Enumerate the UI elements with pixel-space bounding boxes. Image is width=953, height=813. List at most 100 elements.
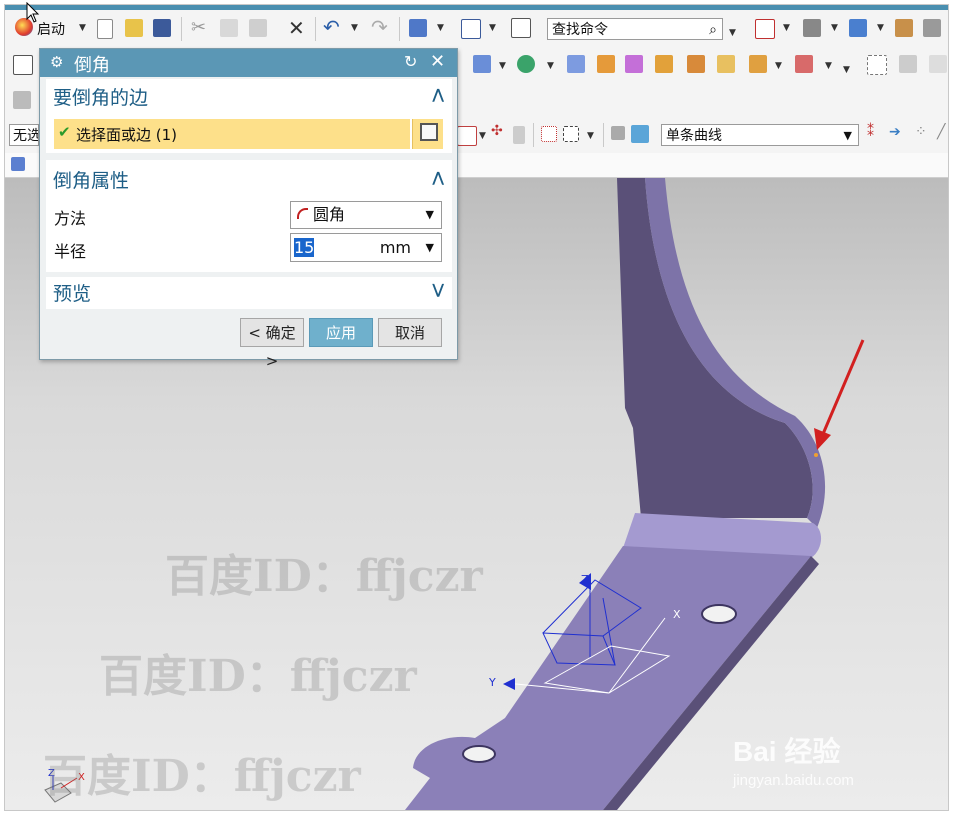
radius-unit[interactable]: mm — [380, 234, 411, 261]
point-snap-icon[interactable]: ⁘ — [915, 124, 927, 140]
mouse-cursor-icon — [26, 2, 40, 23]
view-orient-icon[interactable] — [803, 19, 821, 37]
apply-button[interactable]: 应用 — [309, 318, 373, 347]
undo-dropdown-icon[interactable]: ▼ — [351, 23, 358, 33]
cancel-button[interactable]: 取消 — [378, 318, 442, 347]
ok-button[interactable]: < 确定 > — [240, 318, 304, 370]
type-filter-select[interactable]: 无选 — [9, 124, 39, 146]
new-file-icon[interactable] — [97, 19, 113, 39]
dialog-title-bar[interactable]: ⚙ 倒角 ↻ ✕ — [40, 49, 457, 77]
mounting-hole[interactable] — [462, 745, 496, 763]
sheet-dropdown-icon[interactable]: ▼ — [825, 61, 832, 71]
mounting-hole[interactable] — [701, 604, 737, 624]
intersection-icon[interactable]: ⁑ — [867, 124, 874, 140]
subtract-icon[interactable] — [687, 55, 705, 73]
shaded-view-icon[interactable] — [849, 19, 867, 37]
stack-icon[interactable] — [929, 55, 947, 73]
section-properties-header[interactable]: 倒角属性 — [53, 166, 129, 193]
datum-point-icon[interactable] — [517, 55, 535, 73]
part-nav-icon[interactable] — [11, 157, 25, 171]
selection-dropdown-icon[interactable]: ▼ — [489, 23, 496, 33]
selection-box-icon[interactable] — [461, 19, 481, 39]
collapse-icon[interactable]: ⋀ — [432, 170, 444, 186]
box-select-icon[interactable] — [563, 126, 579, 142]
command-search-text: 查找命令 — [552, 22, 608, 38]
start-dropdown-icon[interactable]: ▼ — [79, 23, 86, 33]
feature-dropdown-icon[interactable]: ▼ — [479, 131, 486, 141]
render-style-icon[interactable] — [409, 19, 427, 37]
solid-filter-icon[interactable] — [631, 125, 649, 143]
extrude-icon[interactable] — [473, 55, 491, 73]
pin-icon[interactable] — [513, 126, 525, 144]
select-object-button[interactable] — [412, 119, 443, 149]
watermark: 百度ID：ffjczr — [43, 751, 361, 802]
separator — [533, 123, 534, 147]
undo-icon[interactable]: ↶ — [323, 15, 340, 39]
save-icon[interactable] — [153, 19, 171, 37]
radius-input[interactable]: 15 mm ▼ — [290, 233, 442, 262]
boolean-icon[interactable] — [655, 55, 673, 73]
line-icon[interactable]: ╱ — [937, 124, 945, 140]
orient-dropdown-icon[interactable]: ▼ — [831, 23, 838, 33]
separator — [603, 123, 604, 147]
trim-icon[interactable] — [717, 55, 735, 73]
fit-view-icon[interactable] — [755, 19, 775, 39]
logo-subtext: jingyan.baidu.com — [733, 772, 854, 789]
block-icon[interactable] — [625, 55, 643, 73]
datum-dropdown-icon[interactable]: ▼ — [547, 61, 554, 71]
section-edges-header[interactable]: 要倒角的边 — [53, 83, 148, 110]
select-feature-icon[interactable] — [457, 126, 477, 146]
snap-point-icon[interactable]: ✣ — [491, 123, 503, 139]
redo-icon[interactable]: ↷ — [371, 15, 388, 39]
layers-icon[interactable] — [899, 55, 917, 73]
layout-icon[interactable] — [13, 55, 33, 75]
watermark: 百度ID：ffjczr — [99, 651, 417, 702]
lasso-icon[interactable] — [541, 126, 557, 142]
extrude-dropdown-icon[interactable]: ▼ — [499, 61, 506, 71]
baidu-logo: Bai 经验 jingyan.baidu.com — [733, 730, 854, 789]
radius-value[interactable]: 15 — [294, 238, 315, 257]
close-icon[interactable]: ✕ — [430, 51, 445, 72]
delete-icon[interactable]: ✕ — [288, 16, 305, 40]
cut-icon[interactable]: ✂ — [191, 17, 206, 38]
paste-icon[interactable] — [249, 19, 267, 37]
box-select-dropdown-icon[interactable]: ▼ — [587, 131, 594, 141]
more-dropdown-icon[interactable]: ▼ — [843, 65, 850, 75]
round-corner-icon — [297, 208, 308, 219]
reset-icon[interactable]: ↻ — [404, 52, 417, 71]
csys-z-label: Z — [581, 573, 589, 586]
selected-edge-marker[interactable] — [814, 453, 818, 457]
forward-icon[interactable]: ➔ — [889, 124, 901, 140]
chevron-down-icon[interactable]: ▼ — [426, 234, 434, 261]
copy-icon[interactable] — [220, 19, 238, 37]
gear-icon[interactable]: ⚙ — [50, 53, 63, 71]
collapse-icon[interactable]: ⋀ — [432, 87, 444, 103]
sheet-icon[interactable] — [795, 55, 813, 73]
pattern-icon[interactable] — [597, 55, 615, 73]
offset-icon[interactable] — [749, 55, 767, 73]
open-folder-icon[interactable] — [125, 19, 143, 37]
section-preview-header[interactable]: 预览 — [53, 279, 91, 306]
shaded-dropdown-icon[interactable]: ▼ — [877, 23, 884, 33]
command-search-input[interactable]: 查找命令 ⌕ — [547, 18, 723, 40]
curve-rule-value: 单条曲线 — [666, 128, 722, 144]
method-select[interactable]: 圆角 ▼ — [290, 201, 442, 229]
search-icon[interactable]: ⌕ — [709, 19, 717, 41]
search-dropdown-icon[interactable]: ▼ — [729, 28, 736, 38]
eraser-icon[interactable] — [611, 126, 625, 140]
render-dropdown-icon[interactable]: ▼ — [437, 23, 444, 33]
part-icon[interactable] — [13, 91, 31, 109]
curve-rule-select[interactable]: 单条曲线 ▼ — [661, 124, 859, 146]
surface-icon[interactable] — [567, 55, 585, 73]
expand-icon[interactable]: ⋁ — [432, 282, 444, 298]
section-preview: 预览 ⋁ — [46, 277, 452, 309]
background-icon[interactable] — [923, 19, 941, 37]
start-menu-button[interactable]: 启动 — [37, 19, 65, 39]
snap-icon[interactable] — [867, 55, 887, 75]
select-edge-row[interactable]: ✔ 选择面或边 (1) — [54, 119, 410, 149]
information-icon[interactable] — [511, 18, 531, 38]
cube-select-icon — [420, 123, 438, 141]
offset-dropdown-icon[interactable]: ▼ — [775, 61, 782, 71]
section-view-icon[interactable] — [895, 19, 913, 37]
fit-dropdown-icon[interactable]: ▼ — [783, 23, 790, 33]
